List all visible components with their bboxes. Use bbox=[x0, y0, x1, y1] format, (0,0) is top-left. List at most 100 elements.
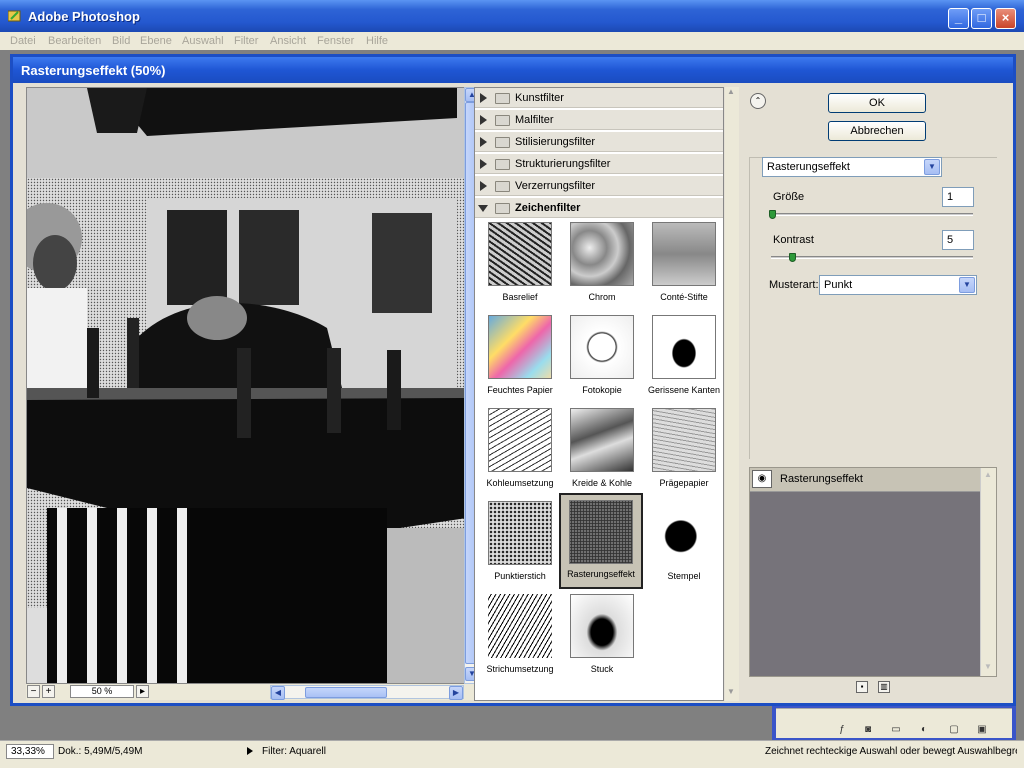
size-field[interactable]: 1 bbox=[942, 187, 974, 207]
zoom-in-button[interactable]: + bbox=[42, 685, 55, 698]
cancel-button[interactable]: Abbrechen bbox=[828, 121, 926, 141]
minimize-button[interactable]: _ bbox=[948, 8, 969, 29]
zoom-out-button[interactable]: − bbox=[27, 685, 40, 698]
new-effect-layer-icon[interactable]: ▪ bbox=[856, 681, 868, 693]
delete-effect-layer-icon[interactable]: ▥ bbox=[878, 681, 890, 693]
filter-select[interactable]: Rasterungseffekt ▼ bbox=[762, 157, 942, 177]
pattern-select[interactable]: Punkt ▼ bbox=[819, 275, 977, 295]
layer-group-icon[interactable]: ▭ bbox=[890, 724, 902, 736]
scroll-right-arrow-icon[interactable]: ▶ bbox=[449, 686, 463, 700]
delete-layer-icon[interactable]: ▣ bbox=[976, 724, 988, 736]
size-slider-track[interactable] bbox=[771, 213, 973, 216]
chevron-down-icon[interactable]: ▼ bbox=[959, 277, 975, 293]
status-menu-arrow-icon[interactable] bbox=[247, 747, 253, 755]
category-malfilter[interactable]: Malfilter bbox=[475, 110, 723, 130]
collapse-gallery-icon[interactable]: ⌃ bbox=[750, 93, 766, 109]
scroll-up-arrow-icon[interactable]: ▲ bbox=[984, 470, 992, 479]
filter-thumb-fotokopie[interactable]: Fotokopie bbox=[565, 313, 639, 403]
folder-icon bbox=[495, 93, 510, 104]
size-slider-knob[interactable] bbox=[769, 210, 776, 219]
collapse-arrow-icon[interactable] bbox=[478, 205, 488, 212]
thumbnail-image bbox=[570, 594, 634, 658]
thumbnail-image bbox=[570, 315, 634, 379]
scroll-left-arrow-icon[interactable]: ◀ bbox=[271, 686, 285, 700]
folder-icon bbox=[495, 181, 510, 192]
menu-auswahl[interactable]: Auswahl bbox=[182, 35, 224, 47]
thumbnail-image bbox=[652, 315, 716, 379]
filter-thumb-strichumsetzung[interactable]: Strichumsetzung bbox=[483, 592, 557, 682]
category-strukturierungsfilter[interactable]: Strukturierungsfilter bbox=[475, 154, 723, 174]
filter-list-scrollbar[interactable]: ▲ ▼ bbox=[725, 87, 739, 701]
app-title: Adobe Photoshop bbox=[28, 9, 140, 24]
preview-image[interactable] bbox=[26, 87, 466, 684]
menu-datei[interactable]: Datei bbox=[10, 35, 36, 47]
menu-bearbeiten[interactable]: Bearbeiten bbox=[48, 35, 101, 47]
thumbnail-image bbox=[570, 408, 634, 472]
status-last-filter: Filter: Aquarell bbox=[262, 746, 326, 757]
chevron-down-icon[interactable]: ▼ bbox=[924, 159, 940, 175]
filter-thumb-punktierstich[interactable]: Punktierstich bbox=[483, 499, 557, 589]
filter-thumb-rasterungseffekt-selected[interactable]: Rasterungseffekt bbox=[559, 493, 643, 589]
thumbnail-image bbox=[652, 408, 716, 472]
expand-arrow-icon[interactable] bbox=[480, 93, 487, 103]
filter-thumb-chrom[interactable]: Chrom bbox=[565, 220, 639, 310]
layer-mask-icon[interactable]: ◙ bbox=[862, 724, 874, 736]
app-titlebar: Adobe Photoshop _ □ × bbox=[0, 0, 1024, 32]
filter-thumb-stuck[interactable]: Stuck bbox=[565, 592, 639, 682]
folder-icon bbox=[495, 137, 510, 148]
ok-button[interactable]: OK bbox=[828, 93, 926, 113]
zoom-field[interactable]: 50 % bbox=[70, 685, 134, 698]
scroll-down-arrow-icon[interactable]: ▼ bbox=[727, 687, 735, 696]
menu-bild[interactable]: Bild bbox=[112, 35, 130, 47]
contrast-slider-knob[interactable] bbox=[789, 253, 796, 262]
menu-filter[interactable]: Filter bbox=[234, 35, 258, 47]
thumbnail-image bbox=[569, 500, 633, 564]
category-kunstfilter[interactable]: Kunstfilter bbox=[475, 88, 723, 108]
filter-thumb-conte[interactable]: Conté-Stifte bbox=[647, 220, 721, 310]
scroll-down-arrow-icon[interactable]: ▼ bbox=[984, 662, 992, 671]
category-zeichenfilter[interactable]: Zeichenfilter bbox=[475, 198, 723, 218]
folder-icon bbox=[495, 115, 510, 126]
preview-horizontal-scrollbar[interactable]: ◀ ▶ bbox=[270, 685, 464, 700]
filter-thumb-feuchtes-papier[interactable]: Feuchtes Papier bbox=[483, 313, 557, 403]
close-button[interactable]: × bbox=[995, 8, 1016, 29]
expand-arrow-icon[interactable] bbox=[480, 115, 487, 125]
maximize-button[interactable]: □ bbox=[971, 8, 992, 29]
effect-layer-row[interactable]: ◉ Rasterungseffekt bbox=[750, 468, 980, 492]
eye-visibility-icon[interactable]: ◉ bbox=[752, 470, 772, 488]
menu-fenster[interactable]: Fenster bbox=[317, 35, 354, 47]
menu-hilfe[interactable]: Hilfe bbox=[366, 35, 388, 47]
expand-arrow-icon[interactable] bbox=[480, 159, 487, 169]
new-layer-icon[interactable]: ▢ bbox=[948, 724, 960, 736]
layer-style-icon[interactable]: ƒ bbox=[836, 724, 848, 736]
menu-ebene[interactable]: Ebene bbox=[140, 35, 172, 47]
category-stilisierungsfilter[interactable]: Stilisierungsfilter bbox=[475, 132, 723, 152]
statusbar: 33,33% Dok.: 5,49M/5,49M Filter: Aquarel… bbox=[0, 740, 1024, 760]
filter-gallery-dialog: Rasterungseffekt (50%) ▲ ▼ − + 50 % ▸ ◀ … bbox=[10, 54, 1016, 706]
category-verzerrungsfilter[interactable]: Verzerrungsfilter bbox=[475, 176, 723, 196]
thumbnail-image bbox=[652, 222, 716, 286]
effect-layers-scrollbar[interactable]: ▲ ▼ bbox=[980, 468, 996, 676]
filter-thumb-praegepapier[interactable]: Prägepapier bbox=[647, 406, 721, 496]
menu-ansicht[interactable]: Ansicht bbox=[270, 35, 306, 47]
contrast-label: Kontrast bbox=[773, 234, 814, 246]
status-doc-size: Dok.: 5,49M/5,49M bbox=[58, 746, 143, 757]
adjustment-layer-icon[interactable]: ◐ bbox=[918, 724, 930, 736]
menubar: Datei Bearbeiten Bild Ebene Auswahl Filt… bbox=[0, 32, 1024, 50]
filter-thumb-gerissene-kanten[interactable]: Gerissene Kanten bbox=[647, 313, 721, 403]
scroll-up-arrow-icon[interactable]: ▲ bbox=[727, 87, 735, 96]
filter-thumb-basrelief[interactable]: Basrelief bbox=[483, 220, 557, 310]
photoshop-app: Adobe Photoshop _ □ × Datei Bearbeiten B… bbox=[0, 0, 1024, 768]
zoom-menu-arrow-icon[interactable]: ▸ bbox=[136, 685, 149, 698]
filter-thumb-stempel[interactable]: Stempel bbox=[647, 499, 721, 589]
status-zoom-field[interactable]: 33,33% bbox=[6, 744, 54, 759]
contrast-field[interactable]: 5 bbox=[942, 230, 974, 250]
expand-arrow-icon[interactable] bbox=[480, 137, 487, 147]
filter-thumb-kohleumsetzung[interactable]: Kohleumsetzung bbox=[483, 406, 557, 496]
contrast-slider-track[interactable] bbox=[771, 256, 973, 259]
expand-arrow-icon[interactable] bbox=[480, 181, 487, 191]
filter-thumb-kreide-kohle[interactable]: Kreide & Kohle bbox=[565, 406, 639, 496]
preview-hscroll-thumb[interactable] bbox=[305, 687, 387, 698]
status-hint: Zeichnet rechteckige Auswahl oder bewegt… bbox=[765, 746, 1017, 757]
thumbnail-image bbox=[488, 408, 552, 472]
